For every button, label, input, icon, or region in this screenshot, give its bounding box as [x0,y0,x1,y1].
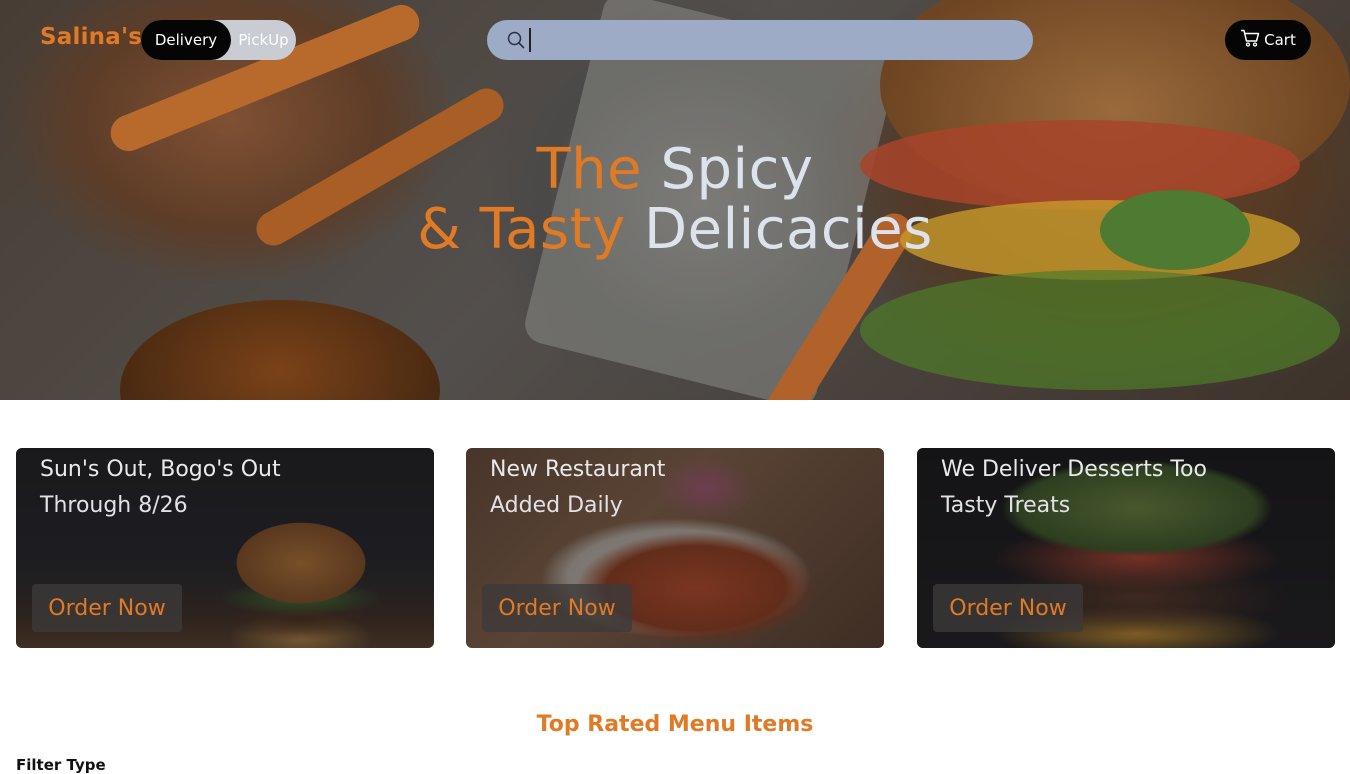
order-now-button[interactable]: Order Now [933,584,1083,632]
promo-subtitle: Tasty Treats [941,493,1071,518]
promo-cards: Sun's Out, Bogo's Out Through 8/26 Order… [16,448,1335,648]
hero-lettuce-image [860,270,1340,390]
hero-headline: The Spicy & Tasty Delicacies [0,140,1350,260]
promo-card-desserts[interactable]: We Deliver Desserts Too Tasty Treats Ord… [917,448,1335,648]
order-now-button[interactable]: Order Now [482,584,632,632]
promo-subtitle: Through 8/26 [40,493,188,518]
order-now-button[interactable]: Order Now [32,584,182,632]
search-bar[interactable] [487,20,1033,60]
filter-type-label: Filter Type [16,756,106,774]
top-rated-heading: Top Rated Menu Items [536,712,814,737]
top-navbar: Salina's Delivery PickUp Cart [0,0,1350,80]
hero-sauce-image [120,300,440,400]
promo-card-bogo[interactable]: Sun's Out, Bogo's Out Through 8/26 Order… [16,448,434,648]
promo-title: New Restaurant [490,457,666,482]
promo-title: We Deliver Desserts Too [941,457,1207,482]
search-icon[interactable] [507,31,525,49]
headline-line-2: & Tasty Delicacies [417,197,933,262]
promo-title: Sun's Out, Bogo's Out [40,457,281,482]
cart-button[interactable]: Cart [1225,20,1311,60]
headline-line-1: The Spicy [536,137,814,202]
cart-label: Cart [1264,31,1296,49]
brand-logo[interactable]: Salina's [40,24,142,50]
cart-icon [1240,29,1260,51]
search-input[interactable] [529,28,1009,52]
pickup-option[interactable]: PickUp [231,20,296,60]
delivery-option[interactable]: Delivery [141,20,231,60]
promo-card-new-restaurant[interactable]: New Restaurant Added Daily Order Now [466,448,884,648]
promo-subtitle: Added Daily [490,493,623,518]
order-mode-toggle[interactable]: Delivery PickUp [141,20,296,60]
